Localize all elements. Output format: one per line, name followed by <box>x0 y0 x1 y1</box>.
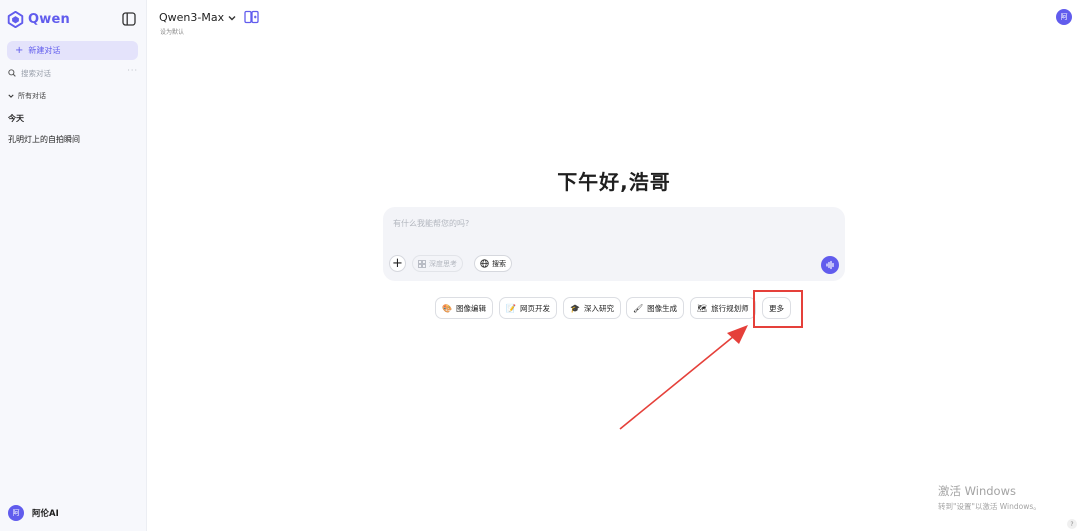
annotation-arrow <box>619 325 748 430</box>
chip-image-edit[interactable]: 🎨 图像编辑 <box>435 297 493 319</box>
attach-button[interactable]: + <box>389 255 406 272</box>
search-icon <box>8 69 16 77</box>
chip-label: 网页开发 <box>519 303 550 313</box>
new-chat-button[interactable]: + 新建对话 <box>7 41 138 60</box>
greeting-title: 下午好,浩哥 <box>557 170 671 194</box>
user-profile[interactable]: 阿 阿伦AI <box>8 505 59 521</box>
collapse-sidebar-icon[interactable] <box>122 12 136 26</box>
chat-group-label: 今天 <box>8 114 24 123</box>
highlight-box <box>753 290 803 328</box>
chevron-down-icon <box>228 15 236 20</box>
compare-models-icon[interactable] <box>244 10 259 24</box>
search-chats[interactable]: 搜索对话 ··· <box>8 66 138 79</box>
brand-name: Qwen <box>28 12 70 27</box>
chip-web-dev[interactable]: 📝 网页开发 <box>499 297 557 319</box>
help-button[interactable]: ? <box>1067 519 1077 529</box>
user-name: 阿伦AI <box>32 509 59 519</box>
graduation-cap-icon: 🎓 <box>570 303 580 313</box>
voice-wave-icon <box>826 260 834 270</box>
voice-input-button[interactable] <box>821 256 839 274</box>
model-selector[interactable]: Qwen3-Max <box>159 11 236 24</box>
plus-icon: + <box>392 256 403 271</box>
chat-history-item[interactable]: 孔明灯上的自拍瞬间 <box>8 134 80 145</box>
set-default-link[interactable]: 设为默认 <box>160 27 184 36</box>
all-chats-toggle[interactable]: 所有对话 <box>8 91 46 101</box>
qwen-logo-icon <box>7 11 24 28</box>
chat-input-box[interactable]: 有什么我能帮您的吗? + 深度思考 搜索 <box>383 207 845 281</box>
search-input[interactable]: 搜索对话 <box>21 68 51 79</box>
chip-label: 旅行规划师 <box>711 303 749 313</box>
windows-activation-watermark: 激活 Windows 转到"设置"以激活 Windows。 <box>938 483 1041 512</box>
globe-icon <box>480 259 489 268</box>
map-icon: 🗺 <box>697 303 708 313</box>
plus-icon: + <box>15 44 24 56</box>
watermark-title: 激活 Windows <box>938 484 1016 498</box>
deep-think-toggle[interactable]: 深度思考 <box>412 255 463 272</box>
chip-label: 图像生成 <box>647 303 678 313</box>
image-gen-icon: 🖌 <box>633 303 644 313</box>
deep-think-label: 深度思考 <box>429 259 457 268</box>
avatar: 阿 <box>8 505 24 521</box>
chip-deep-research[interactable]: 🎓 深入研究 <box>563 297 621 319</box>
palette-icon: 🎨 <box>442 303 452 313</box>
chip-label: 深入研究 <box>583 303 614 313</box>
chip-travel-planner[interactable]: 🗺 旅行规划师 <box>690 297 756 319</box>
model-name: Qwen3-Max <box>159 11 225 24</box>
chip-image-gen[interactable]: 🖌 图像生成 <box>626 297 685 319</box>
web-dev-icon: 📝 <box>506 303 516 313</box>
web-search-toggle[interactable]: 搜索 <box>474 255 512 272</box>
more-options-icon[interactable]: ··· <box>127 66 138 75</box>
all-chats-label: 所有对话 <box>18 92 46 100</box>
chevron-down-icon <box>8 94 14 98</box>
brand-logo[interactable]: Qwen <box>7 11 70 28</box>
chip-label: 图像编辑 <box>455 303 486 313</box>
chat-input[interactable]: 有什么我能帮您的吗? <box>393 218 469 229</box>
think-icon <box>418 259 426 268</box>
avatar[interactable]: 阿 <box>1056 9 1072 25</box>
watermark-subtitle: 转到"设置"以激活 Windows。 <box>938 502 1041 511</box>
sidebar: Qwen + 新建对话 搜索对话 ··· 所有对话 今天 孔明灯上的自拍瞬间 阿… <box>0 0 147 531</box>
new-chat-label: 新建对话 <box>28 46 61 55</box>
web-search-label: 搜索 <box>492 259 506 268</box>
